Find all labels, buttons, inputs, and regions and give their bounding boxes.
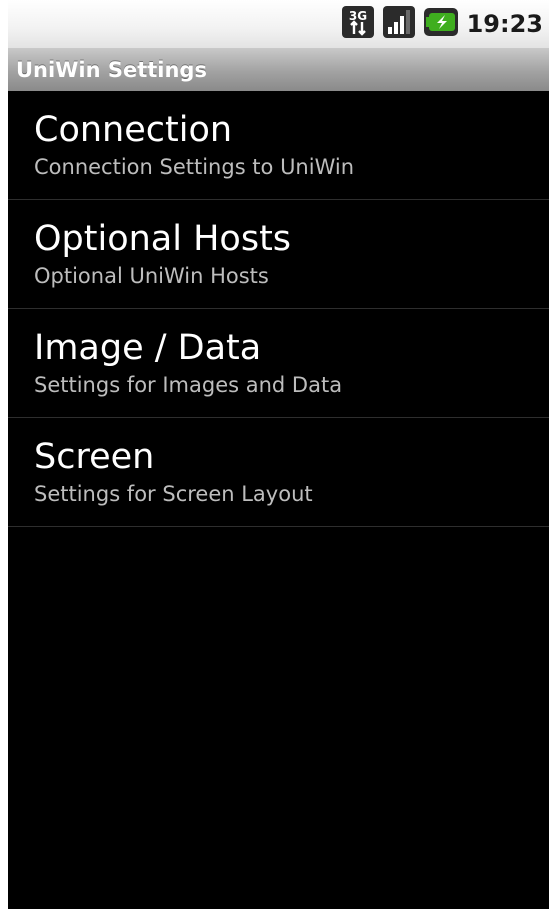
pref-summary: Settings for Images and Data [34,373,343,397]
pref-title: Optional Hosts [34,219,292,259]
battery-charging-icon [423,5,459,43]
title-bar: UniWin Settings [8,48,549,91]
pref-summary: Settings for Screen Layout [34,482,313,506]
pref-item-screen[interactable]: Screen Settings for Screen Layout [8,418,549,527]
preference-list: Connection Connection Settings to UniWin… [8,91,549,527]
pref-summary: Optional UniWin Hosts [34,264,269,288]
page-title: UniWin Settings [16,57,207,82]
phone-screen: 3G 19:23 UniWin Settings Connection Conn… [8,0,549,909]
status-time: 19:23 [466,10,543,38]
pref-item-image-data[interactable]: Image / Data Settings for Images and Dat… [8,309,549,418]
3g-data-icon: 3G [341,5,375,43]
status-bar: 3G 19:23 [8,0,549,48]
svg-text:3G: 3G [348,9,366,23]
pref-title: Screen [34,437,155,477]
pref-item-optional-hosts[interactable]: Optional Hosts Optional UniWin Hosts [8,200,549,309]
pref-item-connection[interactable]: Connection Connection Settings to UniWin [8,91,549,200]
pref-summary: Connection Settings to UniWin [34,155,355,179]
signal-strength-icon [382,5,416,43]
pref-title: Image / Data [34,328,262,368]
pref-title: Connection [34,110,233,150]
